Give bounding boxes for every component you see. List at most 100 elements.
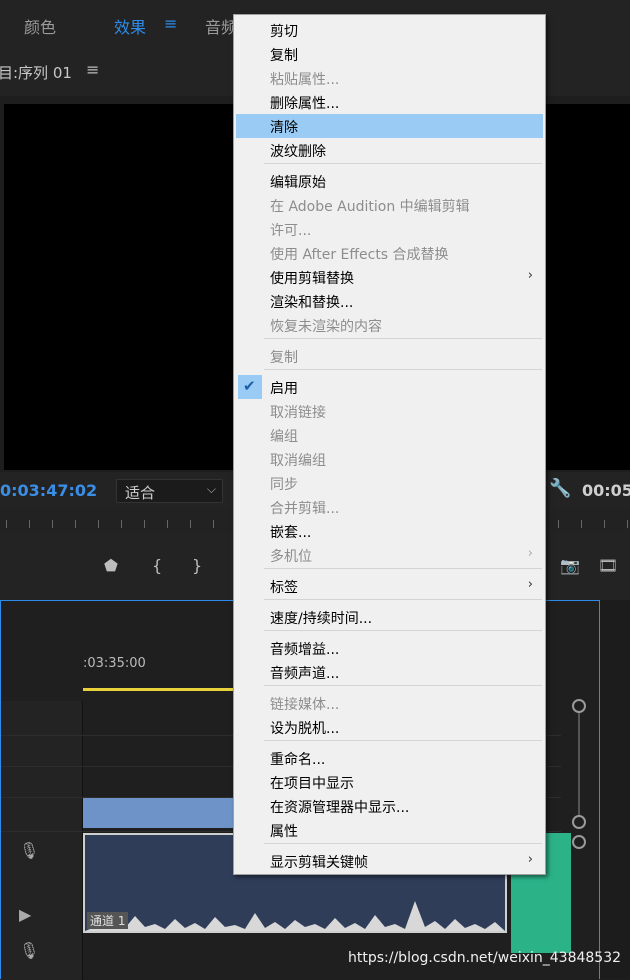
- menu-item: 同步: [236, 471, 543, 495]
- ruler-tick: [52, 520, 53, 528]
- video-clip[interactable]: [83, 798, 243, 828]
- menu-item-label: 重命名...: [270, 752, 326, 768]
- filmstrip-icon[interactable]: 🎞: [598, 556, 618, 575]
- ruler-tick: [167, 520, 168, 528]
- timeline-time-label: :03:35:00: [83, 656, 146, 671]
- menu-item: 粘贴属性...: [236, 66, 543, 90]
- menu-item-label: 复制: [270, 48, 298, 64]
- menu-item-label: 使用 After Effects 合成替换: [270, 247, 449, 263]
- menu-item[interactable]: 剪切: [236, 18, 543, 42]
- menu-item-label: 许可...: [270, 223, 312, 239]
- menu-item-label: 多机位: [270, 549, 312, 565]
- menu-item[interactable]: 复制: [236, 42, 543, 66]
- menu-item-label: 波纹删除: [270, 144, 326, 160]
- ruler-tick: [558, 520, 559, 528]
- menu-separator: [264, 338, 542, 339]
- menu-item[interactable]: ✔ 启用: [236, 375, 543, 399]
- ruler-tick: [144, 520, 145, 528]
- menu-separator: [264, 163, 542, 164]
- ruler-tick: [98, 520, 99, 528]
- menu-item-label: 取消链接: [270, 405, 326, 421]
- menu-item[interactable]: 波纹删除: [236, 138, 543, 162]
- zoom-fit-label: 适合: [125, 484, 156, 502]
- add-marker-icon[interactable]: ⬟: [104, 556, 118, 575]
- menu-item: 取消编组: [236, 447, 543, 471]
- right-side-panel: [600, 600, 630, 979]
- menu-item[interactable]: 属性: [236, 818, 543, 842]
- ruler-tick: [213, 520, 214, 528]
- menu-item[interactable]: 速度/持续时间...: [236, 605, 543, 629]
- menu-item-label: 恢复未渲染的内容: [270, 319, 382, 335]
- menu-item[interactable]: 重命名...: [236, 746, 543, 770]
- menu-item: 恢复未渲染的内容: [236, 313, 543, 337]
- chevron-right-icon: ›: [527, 546, 533, 561]
- menu-separator: [264, 740, 542, 741]
- program-monitor-title[interactable]: 目:序列 01: [0, 62, 72, 83]
- menu-item[interactable]: 使用剪辑替换 ›: [236, 265, 543, 289]
- menu-item-label: 渲染和替换...: [270, 295, 354, 311]
- menu-item[interactable]: 在项目中显示: [236, 770, 543, 794]
- channel-label: 通道 1: [87, 912, 129, 929]
- ruler-tick: [121, 520, 122, 528]
- tab-color[interactable]: 颜色: [24, 14, 56, 38]
- menu-item: 复制: [236, 344, 543, 368]
- menu-item-label: 音频声道...: [270, 666, 340, 682]
- track-headers: 🎙 ▶ 🎙: [1, 701, 83, 980]
- menu-item[interactable]: 清除: [236, 114, 543, 138]
- menu-item-label: 在 Adobe Audition 中编辑剪辑: [270, 199, 470, 215]
- wrench-icon[interactable]: 🔧: [549, 478, 571, 499]
- work-area-bar[interactable]: [83, 688, 243, 691]
- hamburger-icon[interactable]: ≡: [164, 14, 177, 33]
- chevron-right-icon: ›: [527, 268, 533, 283]
- menu-item-label: 编辑原始: [270, 175, 326, 191]
- menu-item: 许可...: [236, 217, 543, 241]
- menu-item-label: 取消编组: [270, 453, 326, 469]
- menu-item[interactable]: 嵌套...: [236, 519, 543, 543]
- menu-item[interactable]: 显示剪辑关键帧 ›: [236, 849, 543, 873]
- menu-item-label: 链接媒体...: [270, 697, 340, 713]
- checkmark-icon: ✔: [238, 375, 262, 399]
- menu-item[interactable]: 删除属性...: [236, 90, 543, 114]
- hamburger-icon[interactable]: ≡: [86, 60, 99, 79]
- menu-separator: [264, 843, 542, 844]
- ruler-tick: [627, 520, 628, 528]
- scroll-handle[interactable]: [572, 835, 586, 849]
- playhead-timecode[interactable]: 0:03:47:02: [0, 481, 97, 500]
- menu-item[interactable]: 音频声道...: [236, 660, 543, 684]
- chevron-right-icon: ›: [527, 577, 533, 592]
- menu-item[interactable]: 设为脱机...: [236, 715, 543, 739]
- menu-item: 使用 After Effects 合成替换: [236, 241, 543, 265]
- menu-item-label: 在项目中显示: [270, 776, 354, 792]
- zoom-fit-select[interactable]: 适合 ⌵: [116, 479, 223, 503]
- scroll-handle[interactable]: [572, 699, 586, 713]
- microphone-icon[interactable]: 🎙: [19, 841, 39, 860]
- menu-item: 多机位 ›: [236, 543, 543, 567]
- ruler-tick: [75, 520, 76, 528]
- menu-item[interactable]: 渲染和替换...: [236, 289, 543, 313]
- ruler-tick: [604, 520, 605, 528]
- menu-item-label: 粘贴属性...: [270, 72, 340, 88]
- microphone-icon[interactable]: 🎙: [19, 941, 39, 960]
- vertical-scrollbar[interactable]: [578, 705, 580, 825]
- menu-item-label: 删除属性...: [270, 96, 340, 112]
- menu-item-label: 设为脱机...: [270, 721, 340, 737]
- menu-item-label: 在资源管理器中显示...: [270, 800, 410, 816]
- menu-item[interactable]: 标签 ›: [236, 574, 543, 598]
- menu-item-label: 清除: [270, 120, 298, 136]
- scroll-handle[interactable]: [572, 815, 586, 829]
- ruler-tick: [6, 520, 7, 528]
- menu-item[interactable]: 音频增益...: [236, 636, 543, 660]
- mark-in-icon[interactable]: {: [152, 556, 162, 575]
- play-triangle-icon[interactable]: ▶: [19, 905, 31, 924]
- tab-effects[interactable]: 效果: [114, 14, 146, 38]
- menu-separator: [264, 568, 542, 569]
- ruler-tick: [29, 520, 30, 528]
- mark-out-icon[interactable]: }: [192, 556, 202, 575]
- ruler-tick: [190, 520, 191, 528]
- menu-item-label: 属性: [270, 824, 298, 840]
- duration-timecode: 00:05: [582, 481, 630, 500]
- camera-icon[interactable]: 📷: [560, 556, 580, 575]
- menu-item[interactable]: 在资源管理器中显示...: [236, 794, 543, 818]
- menu-item[interactable]: 编辑原始: [236, 169, 543, 193]
- menu-item-label: 显示剪辑关键帧: [270, 855, 368, 871]
